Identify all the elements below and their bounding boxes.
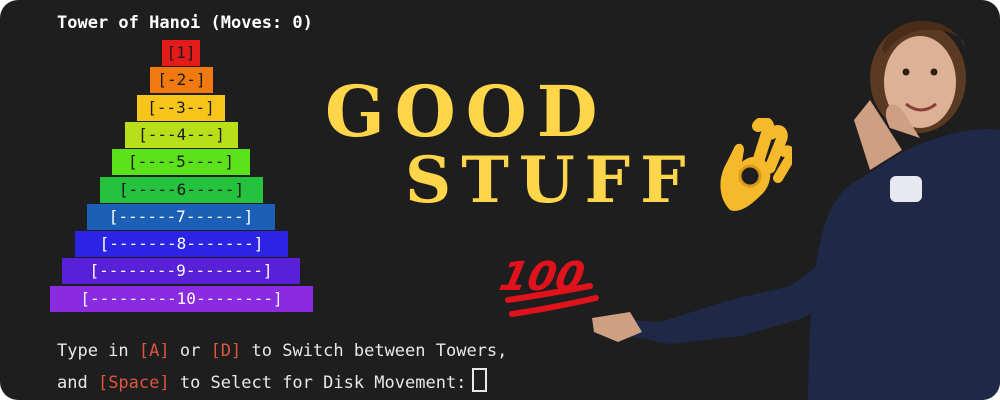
instruction-text: to Select for Disk Movement: <box>169 373 467 393</box>
key-space-hint: [Space] <box>97 373 170 393</box>
key-a-hint: [A] <box>138 341 170 361</box>
game-title: Tower of Hanoi (Moves: 0) <box>57 13 313 33</box>
disk-3: [--3--] <box>137 95 225 121</box>
instruction-text: to Switch between Towers, <box>241 341 508 361</box>
disk-4: [---4---] <box>125 122 238 148</box>
person-photo <box>592 20 1000 400</box>
key-d-hint: [D] <box>210 341 242 361</box>
disk-7: [------7------] <box>87 204 275 230</box>
text-cursor[interactable] <box>472 368 488 392</box>
instruction-text: or <box>169 341 211 361</box>
disk-1: [1] <box>162 40 200 66</box>
instruction-line-1: Type in [A] or [D] to Switch between Tow… <box>57 341 507 361</box>
instruction-text: Type in <box>57 341 139 361</box>
instruction-line-2: and [Space] to Select for Disk Movement: <box>57 368 488 393</box>
disk-2: [-2-] <box>150 67 213 93</box>
disk-6: [-----6-----] <box>100 177 263 203</box>
disk-10: [---------10--------] <box>50 286 313 312</box>
meme-word-good: GOOD <box>325 70 608 153</box>
disk-8: [-------8-------] <box>75 231 288 257</box>
terminal-window: Tower of Hanoi (Moves: 0) [1] [-2-] [--3--… <box>0 0 1000 400</box>
disk-9: [--------9--------] <box>62 258 300 284</box>
disk-5: [----5----] <box>112 149 250 175</box>
instruction-text: and <box>57 373 98 393</box>
